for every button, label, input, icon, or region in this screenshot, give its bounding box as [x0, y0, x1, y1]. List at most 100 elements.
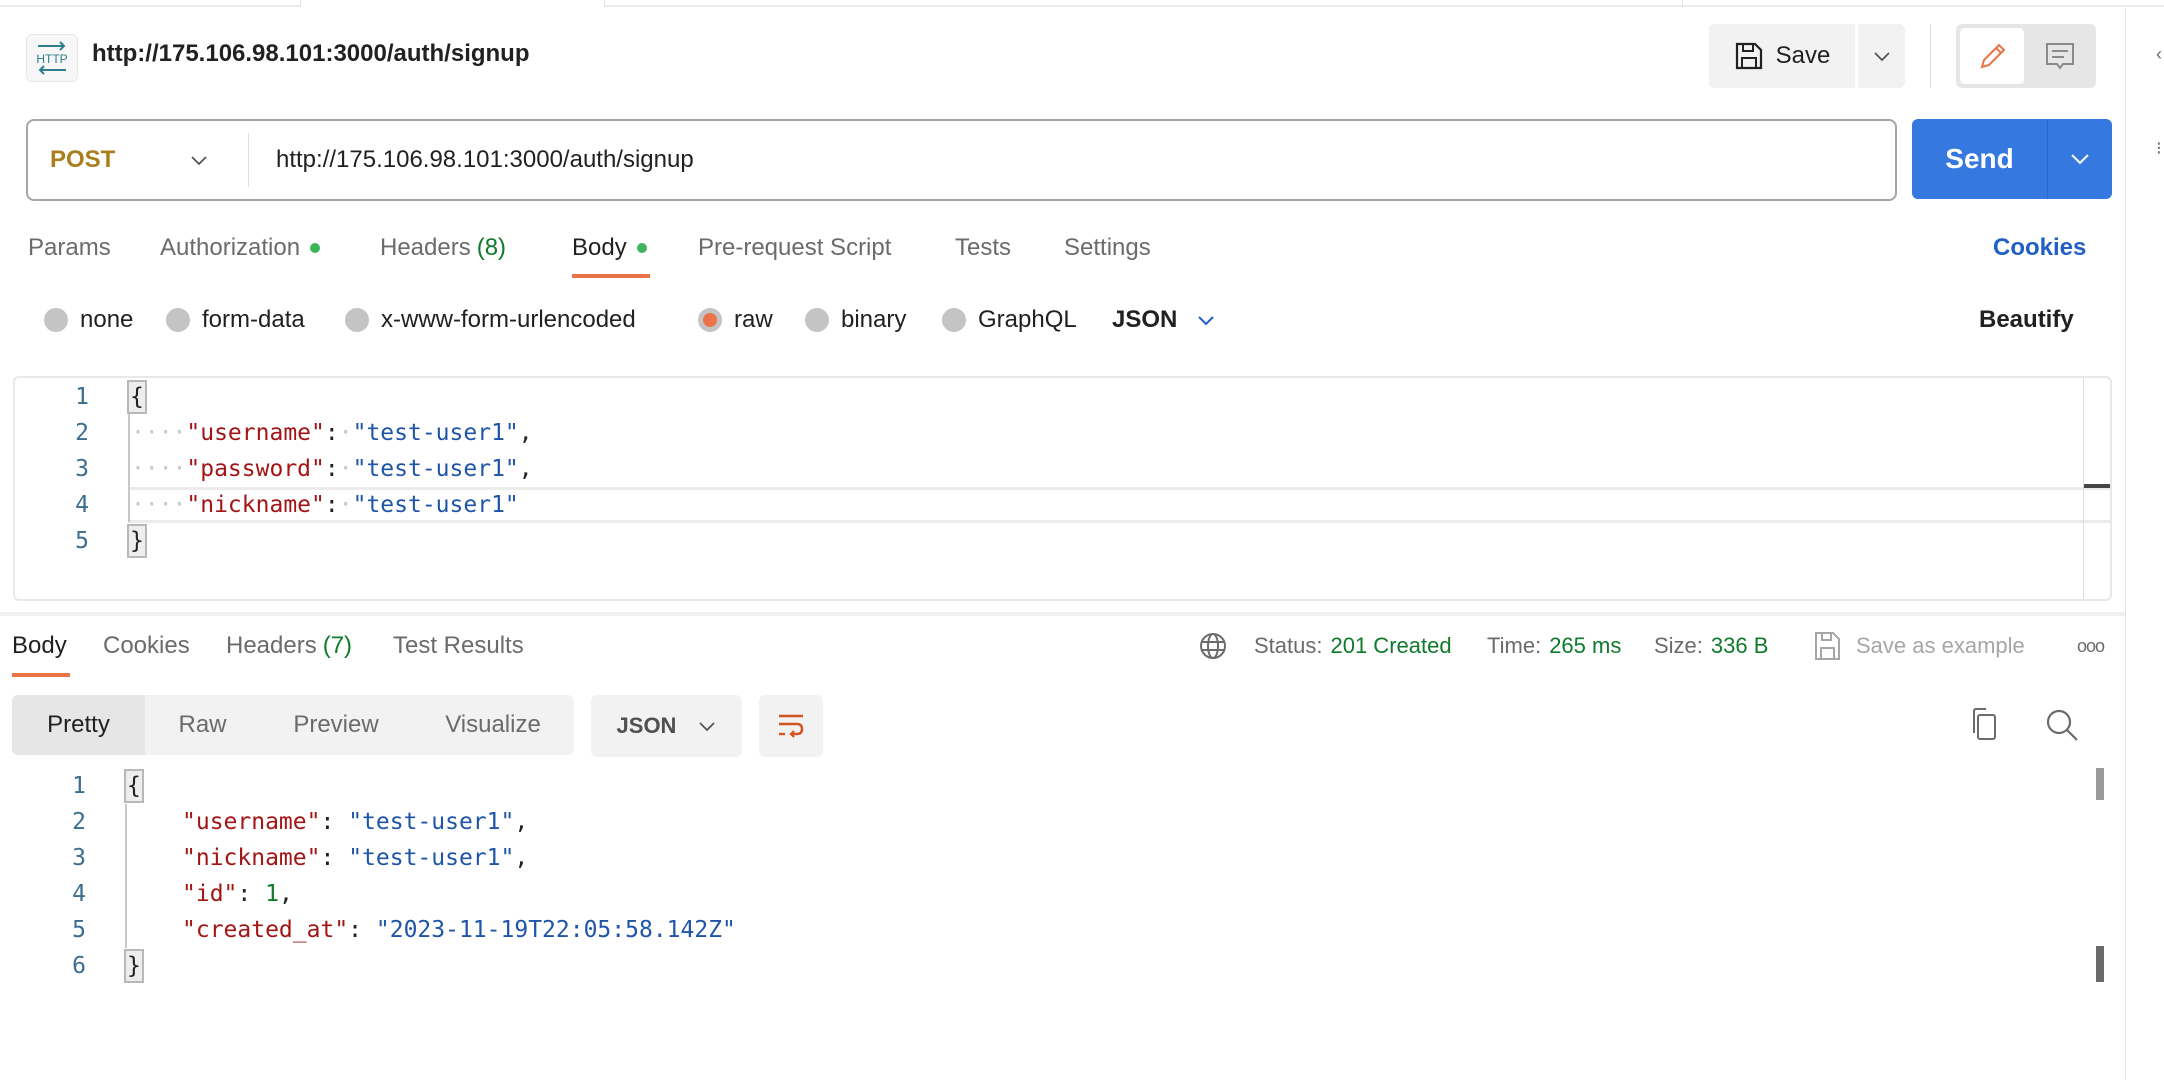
json-value: "test-user1" — [352, 492, 519, 518]
radio-selected-icon — [698, 308, 722, 332]
response-status[interactable]: Status: 201 Created — [1254, 630, 1452, 662]
close-brace: } — [124, 949, 144, 983]
tab-pre-request-script[interactable]: Pre-request Script — [698, 232, 891, 264]
json-key: "password" — [186, 456, 325, 482]
tab-strip-tab[interactable] — [605, 0, 1682, 7]
active-tab-indicator — [572, 274, 650, 278]
radio-graphql[interactable]: GraphQL — [942, 303, 1077, 337]
code-line: ···· "username": · "test-user1", — [131, 420, 533, 446]
code-line: "nickname": "test-user1", — [182, 845, 529, 871]
response-tab-cookies[interactable]: Cookies — [103, 630, 190, 662]
language-label: JSON — [1112, 306, 1178, 333]
copy-icon[interactable] — [1966, 707, 2000, 748]
response-tab-body[interactable]: Body — [12, 630, 67, 662]
tab-headers[interactable]: Headers (8) — [380, 232, 506, 264]
beautify-link[interactable]: Beautify — [1979, 303, 2074, 337]
send-button[interactable]: Send — [1912, 119, 2047, 199]
tab-settings[interactable]: Settings — [1064, 232, 1151, 264]
edit-mode-button[interactable] — [1960, 28, 2024, 84]
json-comma: , — [518, 456, 533, 482]
info-icon[interactable]: ⁝ — [2156, 138, 2162, 159]
view-visualize[interactable]: Visualize — [412, 695, 574, 755]
tab-authorization[interactable]: Authorization — [160, 232, 321, 264]
response-size[interactable]: Size: 336 B — [1654, 630, 1768, 662]
radio-x-www-form-urlencoded[interactable]: x-www-form-urlencoded — [345, 303, 636, 337]
code-line: "created_at": "2023-11-19T22:05:58.142Z" — [182, 917, 736, 943]
tab-label: Headers — [226, 632, 317, 659]
response-time[interactable]: Time: 265 ms — [1487, 630, 1621, 662]
save-dropdown-button[interactable] — [1858, 24, 1905, 88]
tab-params[interactable]: Params — [28, 232, 111, 264]
radio-icon — [805, 308, 829, 332]
radio-form-data[interactable]: form-data — [166, 303, 305, 337]
save-as-example-button[interactable]: Save as example — [1814, 630, 2025, 662]
request-body-editor[interactable]: 1 2 3 4 5 { ···· "username": · "test-user1"… — [13, 376, 2112, 601]
time-value: 265 ms — [1549, 633, 1622, 658]
response-tab-headers[interactable]: Headers (7) — [226, 630, 352, 662]
comment-mode-button[interactable] — [2028, 28, 2092, 84]
line-number: 1 — [75, 384, 89, 410]
request-title[interactable]: http://175.106.98.101:3000/auth/signup — [92, 40, 530, 68]
line-number: 1 — [72, 773, 86, 799]
network-icon[interactable] — [1198, 630, 1228, 662]
chevron-down-icon — [1873, 52, 1890, 62]
tab-strip-tab[interactable] — [1683, 0, 2164, 7]
radio-binary[interactable]: binary — [805, 303, 906, 337]
line-number: 2 — [72, 809, 86, 835]
code-line: } — [127, 523, 147, 559]
cookies-link[interactable]: Cookies — [1993, 232, 2086, 264]
save-button[interactable]: Save — [1709, 24, 1855, 88]
radio-label: form-data — [202, 306, 305, 333]
editor-scroll-marker[interactable] — [2084, 484, 2110, 488]
http-request-icon: HTTP — [26, 34, 78, 82]
json-comma: , — [518, 420, 533, 446]
wrap-lines-icon — [779, 714, 804, 738]
response-scrollbar-thumb[interactable] — [2096, 768, 2104, 800]
method-select[interactable]: POST — [50, 121, 115, 199]
view-pretty[interactable]: Pretty — [12, 695, 145, 755]
save-icon — [1815, 632, 1840, 660]
tab-body[interactable]: Body — [572, 232, 647, 264]
code-line: { — [127, 379, 147, 415]
pencil-icon — [1980, 43, 2006, 69]
tab-count: (7) — [322, 632, 353, 659]
wrap-lines-button[interactable] — [759, 695, 823, 757]
tab-label: Params — [28, 234, 111, 261]
code-line: ···· "nickname": · "test-user1" — [131, 492, 519, 518]
radio-label: none — [80, 306, 134, 333]
json-value: "test-user1" — [348, 845, 515, 871]
save-label: Save — [1775, 42, 1831, 69]
more-options-icon[interactable]: ooo — [2077, 630, 2105, 662]
code-line: ···· "password": · "test-user1", — [131, 456, 533, 482]
json-value: "test-user1" — [352, 420, 519, 446]
radio-raw[interactable]: raw — [698, 303, 773, 337]
save-icon — [1735, 42, 1762, 70]
json-key: "nickname" — [182, 845, 321, 871]
tab-strip-tab[interactable] — [0, 0, 300, 7]
indent-guide — [128, 414, 130, 522]
status-value: 201 Created — [1330, 633, 1452, 658]
body-language-select[interactable]: JSON — [1112, 303, 1215, 337]
tab-label: Headers — [380, 234, 471, 261]
response-body-viewer[interactable]: 1 2 3 4 5 6 { "username": "test-user1", … — [0, 768, 2090, 984]
json-value: "2023-11-19T22:05:58.142Z" — [375, 917, 736, 943]
response-view-tabs: Pretty Raw Preview Visualize — [12, 695, 574, 755]
size-value: 336 B — [1710, 633, 1769, 658]
response-tab-test-results[interactable]: Test Results — [393, 630, 524, 662]
line-number: 2 — [75, 420, 89, 446]
method-dropdown[interactable] — [190, 121, 208, 199]
response-scrollbar-marker[interactable] — [2096, 946, 2104, 982]
send-dropdown-button[interactable] — [2048, 119, 2112, 199]
url-input[interactable] — [276, 121, 1876, 199]
json-key: "username" — [186, 420, 325, 446]
search-icon[interactable] — [2044, 707, 2080, 748]
response-format-select[interactable]: JSON — [591, 695, 742, 757]
pane-resize-handle[interactable] — [0, 612, 2125, 616]
code-icon[interactable]: ‹ — [2156, 44, 2162, 65]
view-raw[interactable]: Raw — [145, 695, 260, 755]
radio-none[interactable]: none — [44, 303, 133, 337]
view-preview[interactable]: Preview — [260, 695, 412, 755]
tab-tests[interactable]: Tests — [955, 232, 1011, 264]
size-label: Size: — [1654, 633, 1703, 658]
json-value: 1 — [265, 881, 279, 907]
